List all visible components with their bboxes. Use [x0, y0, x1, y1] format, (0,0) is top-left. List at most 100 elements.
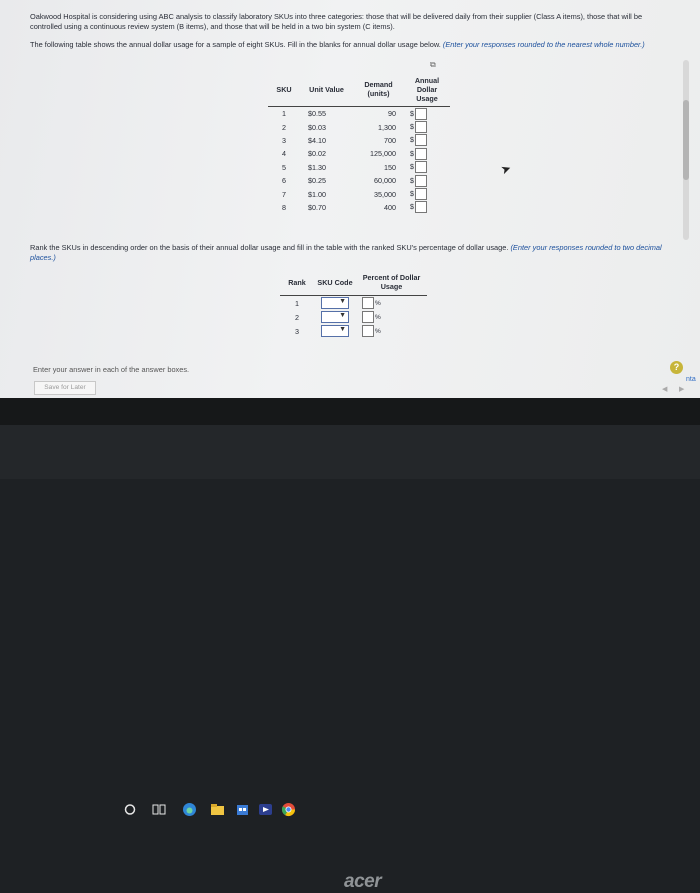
unit-value-cell: $0.02 — [308, 149, 326, 159]
table-copy-icon[interactable]: ⧉ — [430, 60, 436, 70]
demand-cell: 60,000 — [374, 176, 396, 186]
sku-cell: 3 — [282, 135, 286, 145]
currency-sign: $ — [410, 150, 414, 158]
usage-cell: $ — [404, 174, 450, 187]
unit-value-cell: $0.55 — [308, 109, 326, 119]
rank-cell: 3 — [295, 326, 299, 336]
percent-input-1[interactable] — [362, 297, 374, 309]
sku-code-cell — [314, 296, 356, 311]
table-row: 3 $4.10 700 $ — [268, 134, 450, 147]
currency-sign: $ — [410, 164, 414, 172]
percent-input-3[interactable] — [362, 325, 374, 337]
question-intro: Oakwood Hospital is considering using AB… — [30, 12, 643, 31]
unit-value-cell: $0.70 — [308, 202, 326, 212]
demand-cell: 150 — [384, 162, 396, 172]
unit-value-cell: $1.00 — [308, 189, 326, 199]
side-link[interactable]: nta — [686, 376, 696, 383]
header-sku-code: SKU Code — [317, 277, 353, 287]
percent-input-2[interactable] — [362, 311, 374, 323]
table-row: 7 $1.00 35,000 $ — [268, 187, 450, 201]
table-row: 1 $0.55 90 $ — [268, 107, 450, 121]
usage-input-sku-8[interactable] — [414, 201, 427, 214]
currency-sign: $ — [410, 190, 414, 198]
sku-code-cell — [314, 310, 356, 324]
sku-cell: 7 — [282, 189, 286, 199]
mouse-cursor-icon: ➤ — [498, 160, 514, 178]
rank-instructions: Rank the SKUs in descending order on the… — [30, 243, 670, 263]
rank-cell: 1 — [295, 298, 299, 308]
chrome-browser-icon[interactable] — [281, 802, 296, 817]
header-percent-usage: Percent of Dollar Usage — [362, 273, 421, 291]
header-rank: Rank — [288, 277, 306, 287]
currency-sign: $ — [410, 204, 414, 212]
laptop-bezel: acer — [0, 425, 700, 892]
nav-back-icon[interactable]: ◀ — [662, 385, 667, 393]
header-sku: SKU — [276, 84, 292, 94]
percent-cell: % — [356, 324, 427, 338]
sku-cell: 5 — [282, 162, 286, 172]
edge-browser-icon[interactable] — [182, 802, 197, 817]
nav-forward-icon[interactable]: ▶ — [679, 385, 684, 393]
demand-cell: 35,000 — [374, 189, 396, 199]
answer-instruction: Enter your answer in each of the answer … — [33, 365, 190, 374]
sku-code-select-1[interactable] — [321, 297, 349, 309]
sku-code-select-3[interactable] — [321, 325, 349, 337]
usage-cell: $ — [404, 201, 450, 214]
percent-cell: % — [356, 296, 427, 311]
scrollbar-thumb[interactable] — [683, 100, 689, 180]
sku-cell: 2 — [282, 122, 286, 132]
currency-sign: $ — [410, 137, 414, 145]
demand-cell: 90 — [388, 109, 396, 119]
percent-sign: % — [375, 327, 381, 335]
table-row: 2 $0.03 1,300 $ — [268, 120, 450, 134]
usage-input-sku-2[interactable] — [414, 121, 427, 134]
table-row: 5 $1.30 150 $ — [268, 161, 450, 174]
file-explorer-icon[interactable] — [210, 802, 225, 817]
usage-cell: $ — [404, 107, 450, 121]
usage-cell: $ — [404, 147, 450, 160]
media-icon[interactable] — [258, 802, 273, 817]
usage-cell: $ — [404, 120, 450, 134]
usage-input-sku-1[interactable] — [414, 107, 427, 120]
table-row: 1 % — [280, 296, 427, 311]
rank-cell: 2 — [295, 312, 299, 322]
percent-cell: % — [356, 310, 427, 324]
sku-usage-table: SKU Unit Value Demand (units) Annual Dol… — [268, 72, 450, 214]
table-row: 8 $0.70 400 $ — [268, 201, 450, 214]
table-row: 4 $0.02 125,000 $ — [268, 147, 450, 160]
usage-input-sku-6[interactable] — [414, 174, 427, 187]
sku-cell: 6 — [282, 176, 286, 186]
sku-cell: 8 — [282, 202, 286, 212]
store-icon[interactable] — [235, 802, 250, 817]
usage-input-sku-7[interactable] — [414, 188, 427, 201]
percent-sign: % — [375, 299, 381, 307]
usage-input-sku-3[interactable] — [414, 134, 427, 147]
currency-sign: $ — [410, 177, 414, 185]
usage-cell: $ — [404, 134, 450, 147]
sku-code-select-2[interactable] — [321, 311, 349, 323]
usage-input-sku-5[interactable] — [414, 161, 427, 174]
table-row: 3 % — [280, 324, 427, 338]
save-for-later-button[interactable]: Save for Later — [34, 381, 96, 395]
help-button[interactable]: ? — [670, 361, 683, 374]
cortana-icon[interactable] — [124, 802, 136, 817]
currency-sign: $ — [410, 123, 414, 131]
sku-cell: 1 — [282, 109, 286, 119]
table-row: 2 % — [280, 310, 427, 324]
question-screen: Oakwood Hospital is considering using AB… — [0, 0, 700, 398]
unit-value-cell: $1.30 — [308, 162, 326, 172]
sku-code-cell — [314, 324, 356, 338]
task-view-icon[interactable] — [152, 802, 166, 817]
sku-cell: 4 — [282, 149, 286, 159]
demand-cell: 125,000 — [370, 149, 396, 159]
rank-table: Rank SKU Code Percent of Dollar Usage 1 … — [280, 269, 427, 338]
demand-cell: 700 — [384, 135, 396, 145]
taskbar — [0, 398, 700, 816]
demand-cell: 1,300 — [378, 122, 396, 132]
demand-cell: 400 — [384, 202, 396, 212]
table-row: 6 $0.25 60,000 $ — [268, 174, 450, 187]
question-instructions: The following table shows the annual dol… — [30, 40, 670, 50]
header-annual-usage: Annual Dollar Usage — [414, 75, 440, 103]
unit-value-cell: $0.25 — [308, 176, 326, 186]
usage-input-sku-4[interactable] — [414, 147, 427, 160]
